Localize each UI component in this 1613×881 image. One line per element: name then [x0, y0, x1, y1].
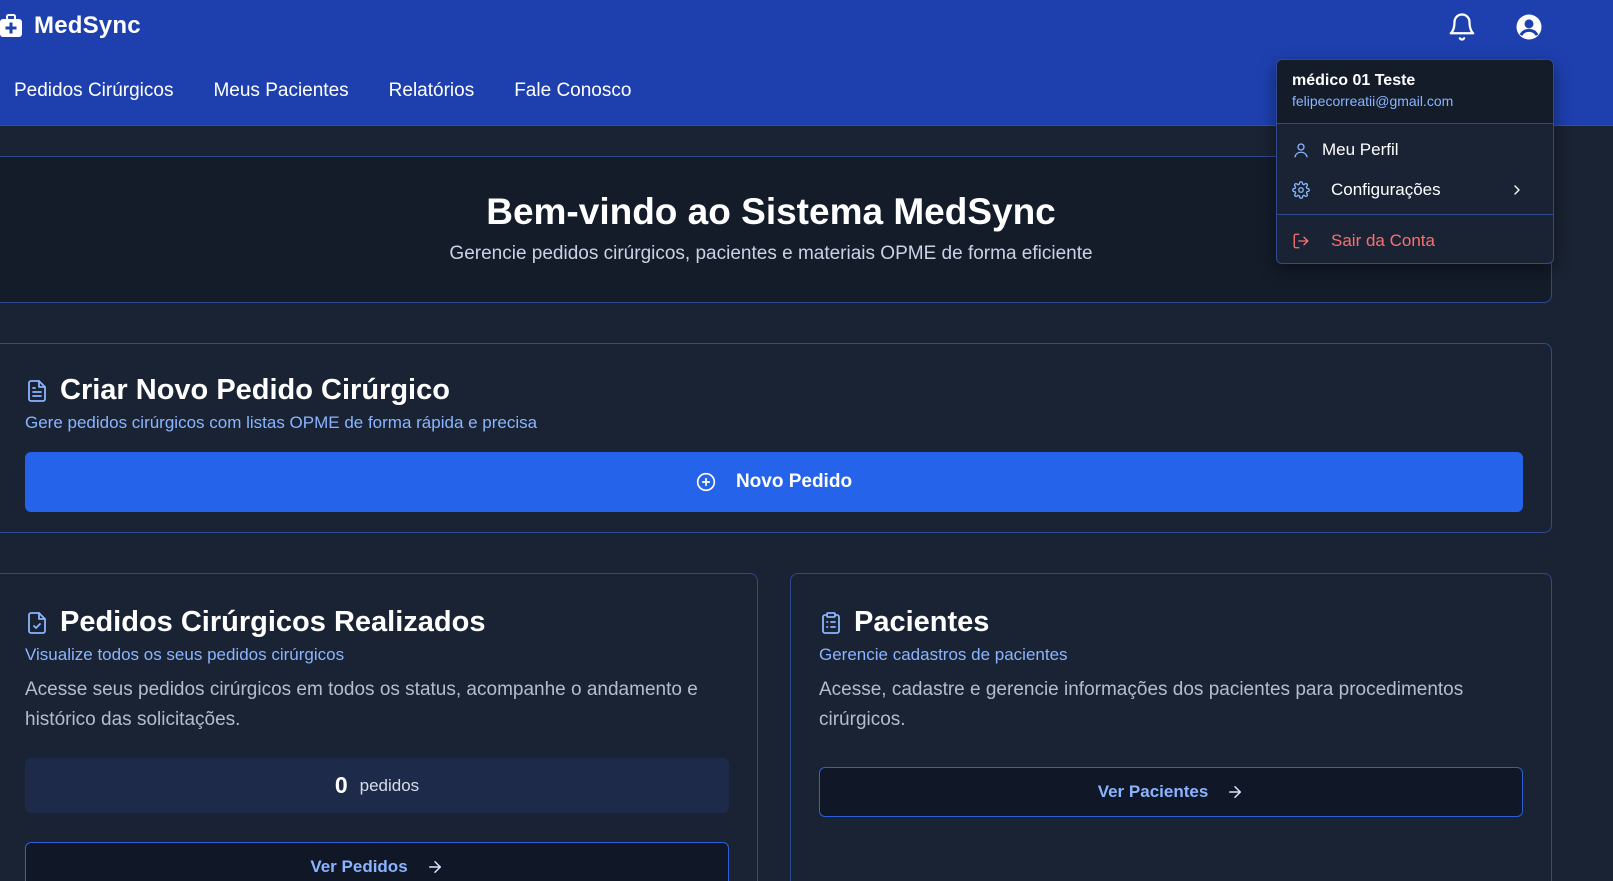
menu-item-profile-label: Meu Perfil	[1322, 140, 1399, 159]
patients-title: Pacientes	[854, 606, 990, 638]
patients-card: Pacientes Gerencie cadastros de paciente…	[790, 573, 1552, 881]
user-email: felipecorreatii@gmail.com	[1292, 93, 1454, 109]
nav-item-pedidos[interactable]: Pedidos Cirúrgicos	[14, 80, 173, 102]
menu-item-profile[interactable]: Meu Perfil	[1277, 130, 1553, 170]
user-circle-icon[interactable]	[1514, 12, 1544, 42]
patients-description: Acesse, cadastre e gerencie informações …	[819, 679, 1464, 730]
page: MedSync Pedidos Cirúrgicos Meus Paciente…	[0, 0, 1613, 881]
chevron-right-icon	[1514, 185, 1520, 195]
file-text-icon	[28, 379, 46, 402]
user-name: médico 01 Teste	[1292, 72, 1416, 89]
view-orders-button[interactable]: Ver Pedidos	[25, 842, 729, 881]
nav-item-relatorios[interactable]: Relatórios	[389, 80, 475, 102]
file-check-icon	[28, 611, 46, 634]
plus-circle-icon	[696, 472, 716, 492]
orders-subtitle: Visualize todos os seus pedidos cirúrgic…	[25, 645, 345, 664]
orders-count: 0	[334, 772, 348, 798]
orders-card: Pedidos Cirúrgicos Realizados Visualize …	[0, 573, 758, 881]
brand[interactable]: MedSync	[0, 12, 141, 40]
view-patients-button[interactable]: Ver Pacientes	[819, 767, 1523, 817]
menu-item-settings-label: Configurações	[1331, 180, 1441, 199]
orders-count-box: 0 pedidos	[25, 758, 729, 813]
create-order-title: Criar Novo Pedido Cirúrgico	[60, 374, 450, 406]
brand-name: MedSync	[34, 12, 141, 39]
main-nav: Pedidos Cirúrgicos Meus Pacientes Relató…	[14, 80, 671, 102]
clipboard-list-icon	[822, 611, 840, 634]
user-menu-header: médico 01 Teste felipecorreatii@gmail.co…	[1277, 60, 1553, 124]
arrow-right-icon	[428, 861, 441, 873]
create-order-card: Criar Novo Pedido Cirúrgico Gere pedidos…	[0, 343, 1552, 533]
medical-kit-icon	[0, 14, 22, 37]
gear-icon	[1292, 181, 1310, 199]
orders-description: Acesse seus pedidos cirúrgicos em todos …	[25, 679, 698, 730]
orders-count-unit: pedidos	[359, 775, 420, 795]
view-patients-label: Ver Pacientes	[1097, 782, 1209, 801]
bell-icon[interactable]	[1447, 12, 1477, 42]
menu-item-settings[interactable]: Configurações	[1277, 170, 1553, 210]
nav-item-pacientes[interactable]: Meus Pacientes	[213, 80, 348, 102]
arrow-right-icon	[1229, 786, 1242, 798]
new-order-button[interactable]: Novo Pedido	[25, 452, 1523, 512]
create-order-subtitle: Gere pedidos cirúrgicos com listas OPME …	[25, 413, 538, 432]
menu-item-logout[interactable]: Sair da Conta	[1277, 221, 1553, 261]
nav-item-fale-conosco[interactable]: Fale Conosco	[514, 80, 631, 102]
menu-item-logout-label: Sair da Conta	[1331, 231, 1435, 250]
logout-icon	[1293, 233, 1309, 249]
view-orders-label: Ver Pedidos	[310, 857, 408, 876]
user-icon	[1294, 143, 1308, 158]
patients-subtitle: Gerencie cadastros de pacientes	[819, 645, 1068, 664]
orders-title: Pedidos Cirúrgicos Realizados	[60, 606, 486, 638]
user-menu-dropdown: médico 01 Teste felipecorreatii@gmail.co…	[1276, 59, 1554, 264]
new-order-label: Novo Pedido	[735, 471, 853, 492]
